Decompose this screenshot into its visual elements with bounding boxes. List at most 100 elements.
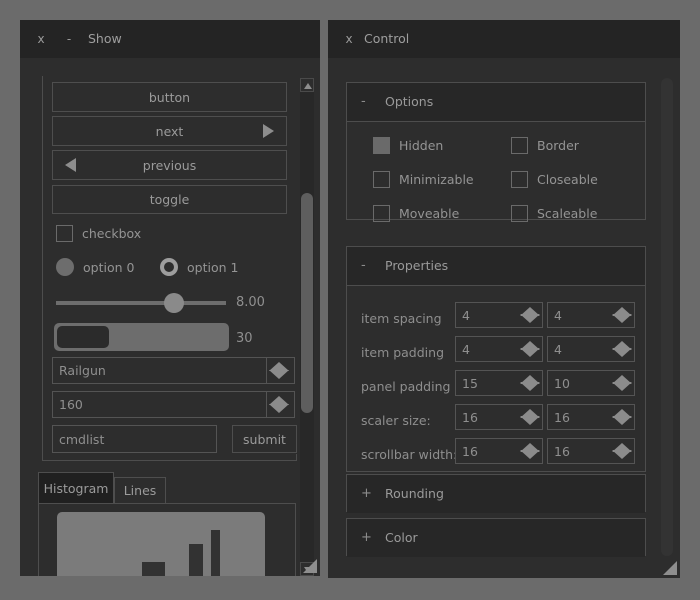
section-rounding-header[interactable]: + Rounding [347,475,645,513]
spinner-arrows-icon[interactable] [267,358,291,383]
chart-bar[interactable] [211,530,220,576]
section-color[interactable]: + Color [346,518,646,557]
scroll-up-button[interactable] [300,78,314,92]
spinner-down-icon[interactable] [520,450,540,459]
tab-histogram[interactable]: Histogram [38,472,114,504]
checkbox-border[interactable]: Border [511,135,579,155]
section-options-header[interactable]: - Options [347,83,645,122]
radio-circle-icon[interactable] [56,258,74,276]
text-field-railgun[interactable]: Railgun [52,357,267,384]
slider-control[interactable] [56,292,226,314]
spinner-down-icon[interactable] [520,314,540,323]
property-item-padding-x[interactable]: 4 [455,336,543,362]
checkbox-box-icon[interactable] [373,204,390,222]
spinner-arrows-number-icon[interactable] [267,392,291,417]
window-show[interactable]: x - Show button next previous toggle che… [20,20,320,576]
scrollbar-thumb[interactable] [301,193,313,413]
button-toggle[interactable]: toggle [52,185,287,214]
control-resize-grip[interactable] [661,559,677,575]
section-properties[interactable]: - Properties item spacing 4 4 item paddi… [346,246,646,472]
spinner-arrows-icon[interactable] [610,371,634,395]
spinner-arrows-icon[interactable] [518,337,542,361]
control-window-body: - Options Hidden Border Minimizable Clos… [328,58,680,578]
expand-plus-icon[interactable]: + [361,519,372,557]
radio-option-0[interactable]: option 0 [56,257,134,277]
slider-knob[interactable] [164,293,184,313]
control-vertical-scrollbar[interactable] [660,78,674,576]
expand-plus-icon[interactable]: + [361,475,372,513]
property-scrollbar-width-y[interactable]: 16 [547,438,635,464]
spinner-arrows-icon[interactable] [610,439,634,463]
property-item-spacing-x[interactable]: 4 [455,302,543,328]
spinner-down-icon[interactable] [520,348,540,357]
button-button[interactable]: button [52,82,287,112]
window-control[interactable]: x Control - Options Hidden Border Minimi… [328,20,680,578]
spinner-down-icon[interactable] [520,382,540,391]
spinner-down-icon[interactable] [612,450,632,459]
control-titlebar[interactable]: x Control [328,20,680,58]
checkbox-box-checked-icon[interactable] [373,136,390,154]
section-properties-title: Properties [385,258,449,273]
chart-bar[interactable] [142,562,165,576]
checkbox-scaleable[interactable]: Scaleable [511,203,597,223]
property-panel-padding-x[interactable]: 15 [455,370,543,396]
section-rounding[interactable]: + Rounding [346,474,646,513]
button-previous[interactable]: previous [52,150,287,180]
property-item-spacing-y[interactable]: 4 [547,302,635,328]
section-options[interactable]: - Options Hidden Border Minimizable Clos… [346,82,646,223]
collapse-minus-icon[interactable]: - [361,247,366,285]
control-scrollbar-thumb[interactable] [661,78,673,556]
chart-bar[interactable] [189,544,203,576]
spinner-arrows-icon[interactable] [518,303,542,327]
spinner-down-icon[interactable] [612,382,632,391]
tab-lines[interactable]: Lines [114,477,166,504]
spinner-down-icon[interactable] [612,416,632,425]
spinner-down-icon[interactable] [612,348,632,357]
checkbox-box-icon[interactable] [511,136,528,154]
show-vertical-scrollbar[interactable] [300,78,314,576]
section-properties-header[interactable]: - Properties [347,247,645,286]
checkbox-box-icon[interactable] [373,170,390,188]
property-item-padding-y[interactable]: 4 [547,336,635,362]
spinner-arrows-icon[interactable] [518,439,542,463]
command-input[interactable]: cmdlist [52,425,217,453]
checkbox-moveable[interactable]: Moveable [373,203,459,223]
spinner-down-icon[interactable] [520,416,540,425]
collapse-minus-icon[interactable]: - [361,83,366,121]
checkbox-checkbox[interactable]: checkbox [56,223,141,243]
property-panel-padding-y[interactable]: 10 [547,370,635,396]
checkbox-box-icon[interactable] [511,170,528,188]
close-icon[interactable]: x [336,20,362,58]
spinner-arrows-icon[interactable] [610,405,634,429]
spinner-arrows-icon[interactable] [610,303,634,327]
spinner-railgun[interactable] [267,357,295,384]
text-field-number[interactable]: 160 [52,391,267,418]
section-color-header[interactable]: + Color [347,519,645,557]
spinner-down-number-icon[interactable] [269,404,289,413]
close-icon[interactable]: x [28,20,54,58]
spinner-down-icon[interactable] [269,370,289,379]
minimize-icon[interactable]: - [56,20,82,58]
progress-bar[interactable] [54,323,229,351]
show-titlebar[interactable]: x - Show [20,20,320,58]
spinner-number[interactable] [267,391,295,418]
spinner-arrows-icon[interactable] [518,371,542,395]
property-scrollbar-width-x[interactable]: 16 [455,438,543,464]
checkbox-box-icon[interactable] [511,204,528,222]
radio-option-1[interactable]: option 1 [160,257,238,277]
checkbox-minimizable[interactable]: Minimizable [373,169,474,189]
button-next[interactable]: next [52,116,287,146]
checkbox-box-icon[interactable] [56,224,73,242]
show-resize-grip[interactable] [301,557,317,573]
spinner-arrows-icon[interactable] [518,405,542,429]
property-scaler-size-x[interactable]: 16 [455,404,543,430]
radio-circle-selected-icon[interactable] [160,258,178,276]
checkbox-hidden[interactable]: Hidden [373,135,443,155]
property-scaler-size-y[interactable]: 16 [547,404,635,430]
checkbox-closeable[interactable]: Closeable [511,169,598,189]
submit-button[interactable]: submit [232,425,297,453]
spinner-down-icon[interactable] [612,314,632,323]
spinner-arrows-icon[interactable] [610,337,634,361]
histogram-chart[interactable] [38,503,296,576]
property-panel-padding-y-value: 10 [554,375,570,391]
